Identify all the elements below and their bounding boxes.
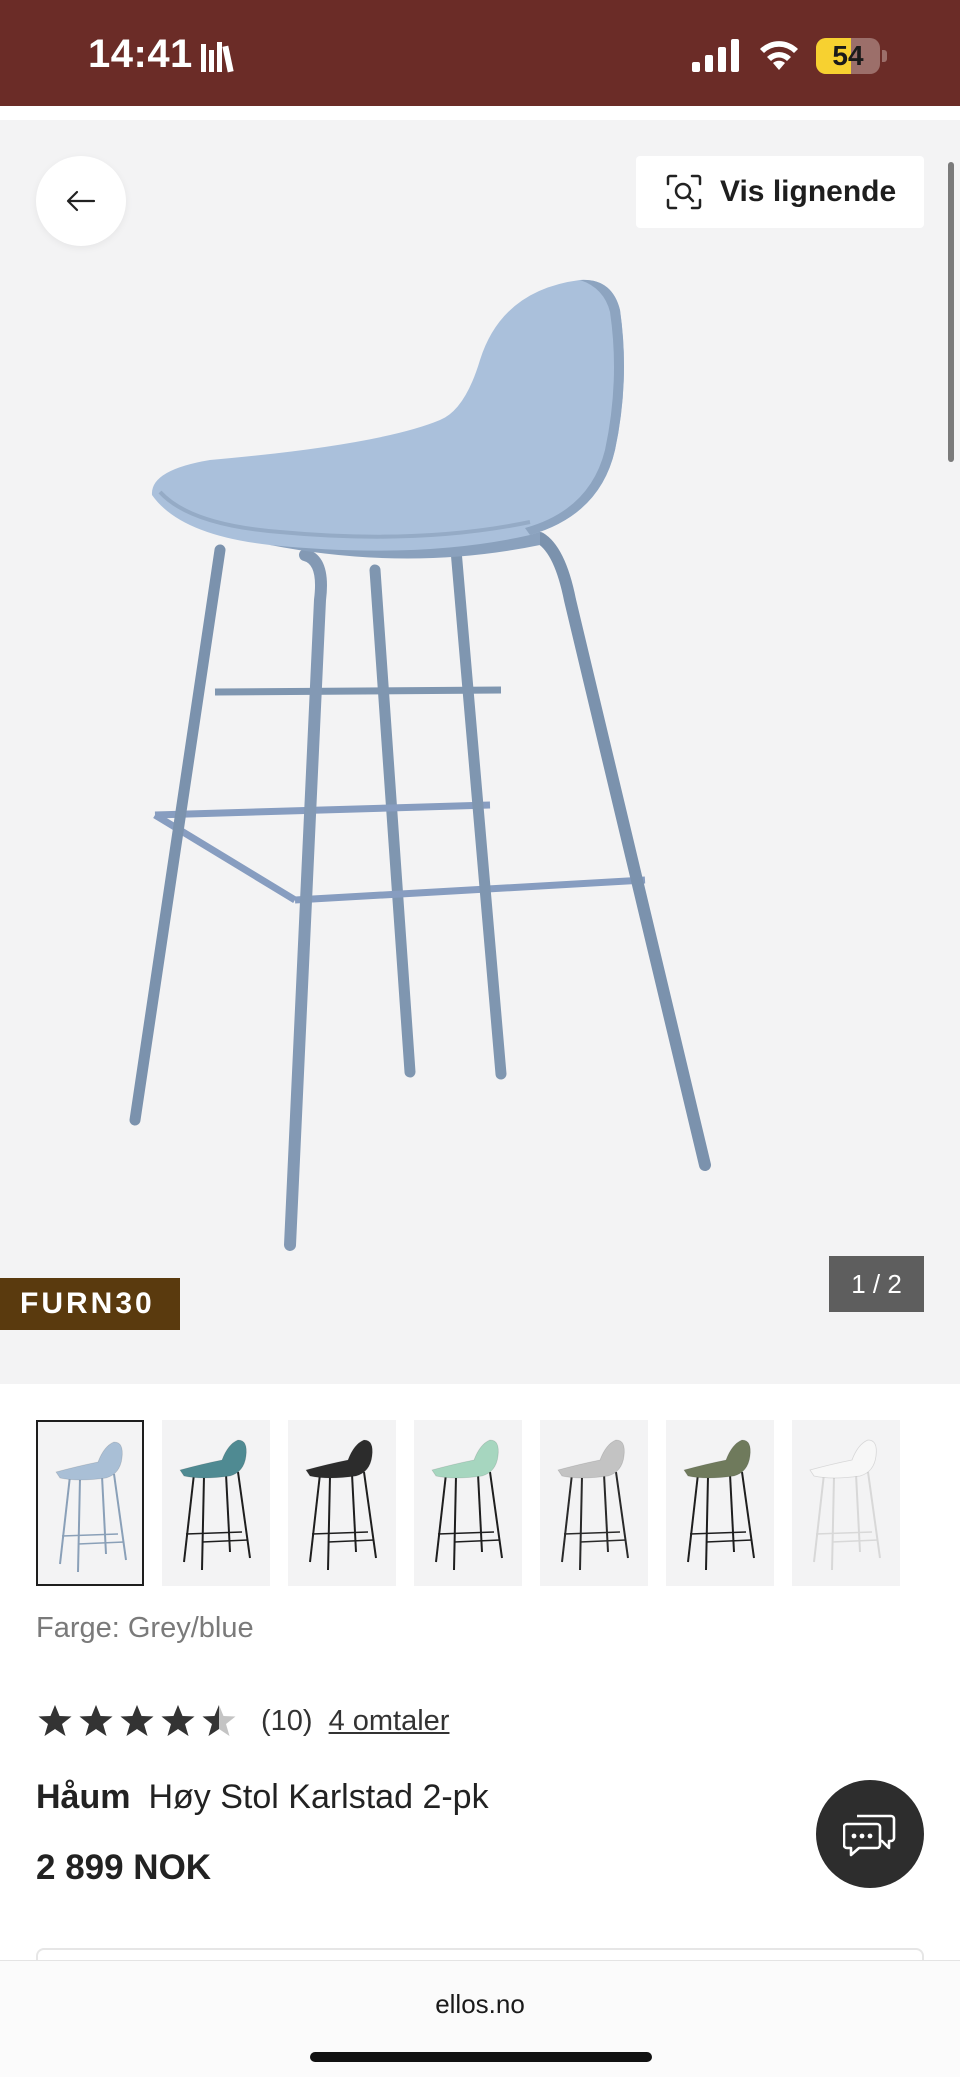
product-brand: Håum [36, 1778, 131, 1816]
product-gallery[interactable]: Vis lignende FURN30 1 / 2 [0, 120, 960, 1384]
star-icon [120, 1705, 154, 1736]
stool-thumbnail-image [557, 1439, 629, 1571]
product-rating: (10) 4 omtaler [36, 1698, 449, 1744]
rating-stars [36, 1703, 241, 1739]
stool-thumbnail-image [305, 1439, 377, 1571]
library-icon [201, 42, 234, 73]
stool-thumbnail-image [179, 1439, 251, 1571]
color-thumbnail[interactable] [414, 1420, 522, 1586]
selected-color-label: Farge: Grey/blue [36, 1612, 254, 1644]
image-counter: 1 / 2 [829, 1256, 924, 1312]
star-icon [79, 1705, 113, 1736]
color-variant-thumbnails [36, 1420, 936, 1586]
reviews-link[interactable]: 4 omtaler [329, 1705, 450, 1738]
star-icon [161, 1705, 195, 1736]
home-indicator[interactable] [310, 2052, 652, 2062]
color-thumbnail[interactable] [792, 1420, 900, 1586]
stool-thumbnail-image [55, 1441, 127, 1573]
stool-thumbnail-image [431, 1439, 503, 1571]
star-icon [202, 1705, 236, 1736]
wifi-icon [760, 41, 798, 70]
show-similar-button[interactable]: Vis lignende [636, 156, 924, 228]
product-price: 2 899 NOK [36, 1848, 212, 1887]
gallery-scrollbar[interactable] [948, 162, 954, 462]
signal-icon [692, 39, 739, 72]
chat-icon [843, 1814, 896, 1857]
stool-thumbnail-image [683, 1439, 755, 1571]
visual-search-icon [666, 174, 702, 210]
product-image-bar-stool[interactable] [120, 260, 720, 1384]
show-similar-label: Vis lignende [720, 175, 897, 208]
battery-level: 54 [832, 40, 864, 71]
color-thumbnail[interactable] [162, 1420, 270, 1586]
rating-count: (10) [261, 1704, 313, 1737]
star-icon [38, 1705, 72, 1736]
chat-button[interactable] [816, 1780, 924, 1888]
status-time: 14:41 [88, 32, 193, 76]
battery-icon: 54 [816, 38, 888, 74]
product-title: Håum Høy Stol Karlstad 2-pk [36, 1778, 489, 1817]
url-label[interactable]: ellos.no [0, 1989, 960, 2020]
promo-code-badge: FURN30 [0, 1278, 180, 1330]
color-thumbnail[interactable] [288, 1420, 396, 1586]
product-name: Høy Stol Karlstad 2-pk [148, 1778, 489, 1816]
arrow-left-icon [66, 190, 96, 212]
back-button[interactable] [36, 156, 126, 246]
status-bar: 14:41 54 [0, 0, 960, 106]
stool-thumbnail-image [809, 1439, 881, 1571]
browser-bottom-bar: ellos.no [0, 1960, 960, 2077]
color-thumbnail[interactable] [36, 1420, 144, 1586]
color-thumbnail[interactable] [666, 1420, 774, 1586]
color-thumbnail[interactable] [540, 1420, 648, 1586]
